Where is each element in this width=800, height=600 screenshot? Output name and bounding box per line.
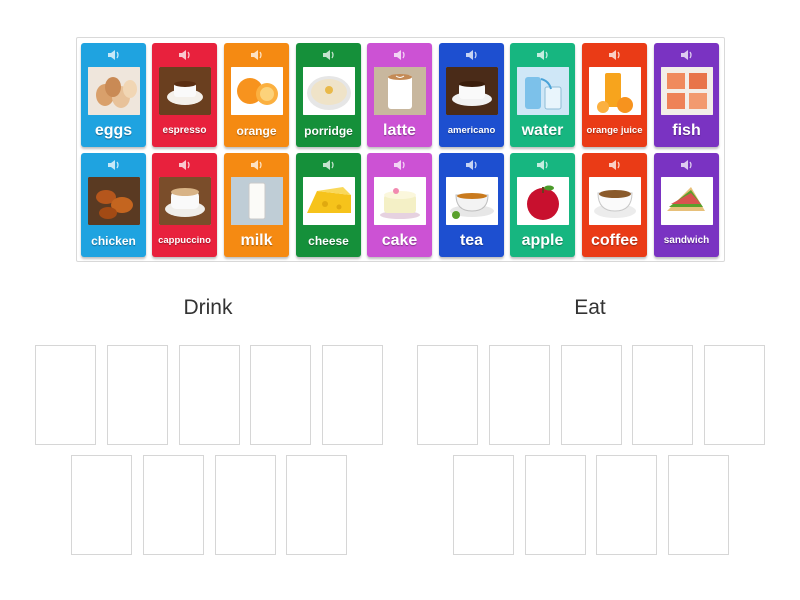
orange-juice-photo — [588, 67, 641, 115]
card-label: milk — [240, 232, 273, 249]
speaker-icon[interactable] — [464, 158, 480, 172]
card-chicken[interactable]: chicken — [81, 153, 146, 257]
speaker-icon[interactable] — [321, 158, 337, 172]
card-milk[interactable]: milk — [224, 153, 289, 257]
tea-photo — [445, 177, 498, 225]
eat-drop-slot[interactable] — [489, 345, 550, 445]
eat-drop-slot[interactable] — [704, 345, 765, 445]
cheese-photo — [302, 177, 355, 225]
fish-photo — [660, 67, 713, 115]
card-coffee[interactable]: coffee — [582, 153, 647, 257]
cappuccino-photo — [158, 177, 211, 225]
speaker-icon[interactable] — [679, 48, 695, 62]
card-label: orange juice — [586, 125, 643, 137]
cake-photo — [373, 177, 426, 225]
card-sandwich[interactable]: sandwich — [654, 153, 719, 257]
drink-drop-slot[interactable] — [35, 345, 96, 445]
drink-drop-slot[interactable] — [215, 455, 276, 555]
card-cappuccino[interactable]: cappuccino — [152, 153, 217, 257]
card-label: orange — [236, 124, 277, 138]
card-porridge[interactable]: porridge — [296, 43, 361, 147]
card-tea[interactable]: tea — [439, 153, 504, 257]
drink-drop-slot[interactable] — [322, 345, 383, 445]
card-fish[interactable]: fish — [654, 43, 719, 147]
orange-photo — [230, 67, 283, 115]
eat-drop-slot[interactable] — [453, 455, 514, 555]
speaker-icon[interactable] — [106, 48, 122, 62]
card-label: cheese — [308, 234, 349, 248]
speaker-icon[interactable] — [249, 48, 265, 62]
speaker-icon[interactable] — [106, 158, 122, 172]
card-orange-juice[interactable]: orange juice — [582, 43, 647, 147]
card-orange[interactable]: orange — [224, 43, 289, 147]
speaker-icon[interactable] — [464, 48, 480, 62]
eat-drop-slot[interactable] — [632, 345, 693, 445]
speaker-icon[interactable] — [249, 158, 265, 172]
card-label: eggs — [94, 122, 133, 139]
speaker-icon[interactable] — [177, 48, 193, 62]
eat-drop-slot[interactable] — [417, 345, 478, 445]
card-water[interactable]: water — [510, 43, 575, 147]
eat-drop-slot[interactable] — [596, 455, 657, 555]
drink-drop-slot[interactable] — [250, 345, 311, 445]
coffee-photo — [588, 177, 641, 225]
card-label: tea — [459, 232, 484, 249]
speaker-icon[interactable] — [392, 158, 408, 172]
card-label: coffee — [590, 232, 639, 249]
card-label: americano — [447, 125, 496, 137]
drink-drop-slot[interactable] — [107, 345, 168, 445]
drink-drop-slot[interactable] — [143, 455, 204, 555]
eggs-photo — [87, 67, 140, 115]
card-label: sandwich — [663, 235, 710, 246]
eat-drop-slot[interactable] — [668, 455, 729, 555]
speaker-icon[interactable] — [607, 158, 623, 172]
speaker-icon[interactable] — [679, 158, 695, 172]
speaker-icon[interactable] — [321, 48, 337, 62]
card-latte[interactable]: latte — [367, 43, 432, 147]
speaker-icon[interactable] — [535, 158, 551, 172]
card-cake[interactable]: cake — [367, 153, 432, 257]
speaker-icon[interactable] — [177, 158, 193, 172]
porridge-photo — [302, 67, 355, 115]
card-label: water — [521, 122, 564, 139]
speaker-icon[interactable] — [607, 48, 623, 62]
latte-photo — [373, 67, 426, 115]
espresso-photo — [158, 67, 211, 115]
drink-drop-slot[interactable] — [71, 455, 132, 555]
group-title-eat: Eat — [574, 296, 606, 319]
speaker-icon[interactable] — [392, 48, 408, 62]
chicken-photo — [87, 177, 140, 225]
card-apple[interactable]: apple — [510, 153, 575, 257]
card-label: espresso — [162, 125, 207, 136]
americano-photo — [445, 67, 498, 115]
card-label: cake — [381, 232, 418, 249]
card-label: apple — [521, 232, 564, 249]
card-espresso[interactable]: espresso — [152, 43, 217, 147]
drink-drop-slot[interactable] — [286, 455, 347, 555]
water-photo — [516, 67, 569, 115]
card-label: porridge — [304, 124, 353, 138]
milk-photo — [230, 177, 283, 225]
sandwich-photo — [660, 177, 713, 225]
apple-photo — [516, 177, 569, 225]
eat-drop-slot[interactable] — [561, 345, 622, 445]
eat-drop-slot[interactable] — [525, 455, 586, 555]
drink-drop-slot[interactable] — [179, 345, 240, 445]
card-label: cappuccino — [158, 235, 211, 247]
card-cheese[interactable]: cheese — [296, 153, 361, 257]
card-eggs[interactable]: eggs — [81, 43, 146, 147]
group-title-drink: Drink — [183, 296, 233, 319]
card-label: latte — [383, 122, 416, 139]
card-americano[interactable]: americano — [439, 43, 504, 147]
card-label: fish — [672, 122, 701, 139]
speaker-icon[interactable] — [535, 48, 551, 62]
card-label: chicken — [91, 234, 136, 248]
